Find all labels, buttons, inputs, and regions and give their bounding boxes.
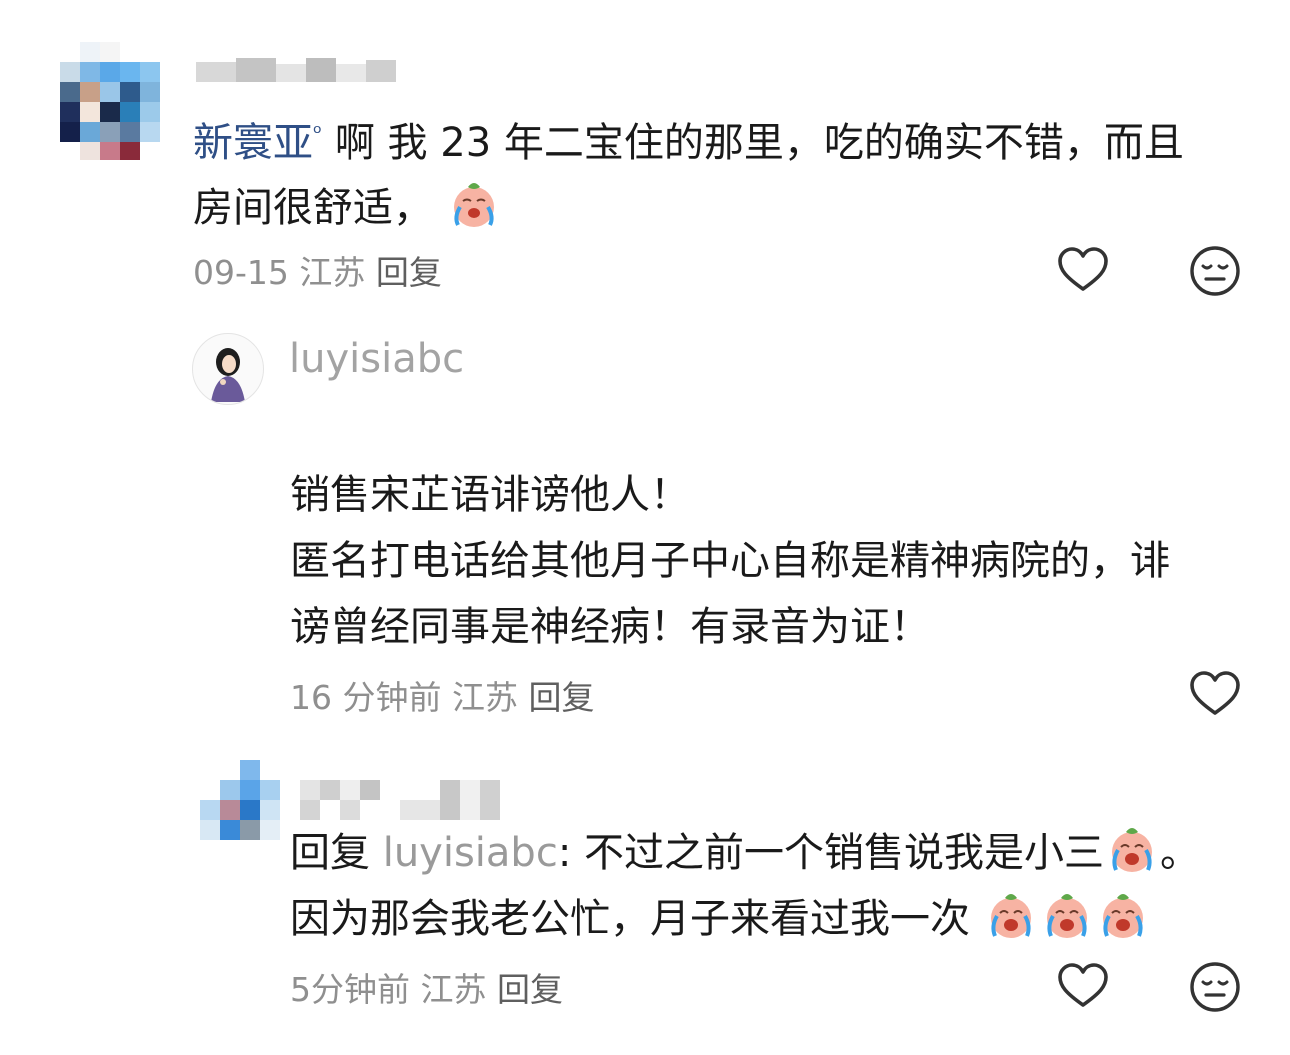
reply-text-line2: 匿名打电话给其他月子中心自称是精神病院的，诽	[290, 538, 1170, 584]
reply-text-line1: 销售宋芷语诽谤他人！	[290, 472, 690, 518]
crying-peach-emoji	[1104, 820, 1160, 876]
like-button[interactable]	[1056, 960, 1110, 1014]
crying-peach-emoji	[1095, 886, 1151, 942]
reply-location: 江苏	[451, 678, 518, 717]
reply-time: 5分钟前	[290, 970, 410, 1009]
comment-text-line1: 啊 我 23 年二宝住的那里，吃的确实不错，而且	[334, 120, 1184, 166]
reply-time: 16 分钟前	[290, 678, 442, 717]
heart-outline-icon	[1190, 671, 1240, 715]
reply-text-line2: 因为那会我老公忙，月子来看过我一次	[290, 896, 970, 942]
avatar[interactable]	[60, 42, 160, 160]
reply-meta: 16 分钟前 江苏 回复	[290, 671, 594, 719]
crying-peach-emoji	[983, 886, 1039, 942]
reply-button[interactable]: 回复	[376, 253, 442, 292]
reply-button[interactable]: 回复	[528, 678, 594, 717]
like-button[interactable]	[1188, 668, 1242, 722]
reply-text-line1-end: 。	[1160, 830, 1201, 876]
reply-prefix: 回复	[290, 830, 370, 876]
reply-meta: 5分钟前 江苏 回复	[290, 963, 563, 1011]
meh-face-icon	[1190, 962, 1240, 1012]
search-icon: ᵒ	[313, 121, 323, 146]
reply-button[interactable]: 回复	[497, 970, 563, 1009]
reply-mention[interactable]: luyisiabc	[383, 830, 558, 876]
illustrated-person-avatar	[211, 348, 245, 402]
dislike-button[interactable]	[1188, 960, 1242, 1014]
reply-text: 销售宋芷语诽谤他人！ 匿名打电话给其他月子中心自称是精神病院的，诽 谤曾经同事是…	[290, 462, 1250, 660]
avatar[interactable]	[200, 760, 280, 840]
heart-outline-icon	[1058, 247, 1108, 291]
reply-location: 江苏	[420, 970, 487, 1009]
comment-meta: 09-15 江苏 回复	[193, 246, 442, 294]
dislike-button[interactable]	[1188, 244, 1242, 298]
comment-text: 新寰亚ᵒ 啊 我 23 年二宝住的那里，吃的确实不错，而且 房间很舒适，	[193, 102, 1253, 240]
reply-text-line1: : 不过之前一个销售说我是小三	[557, 830, 1105, 876]
reply-username[interactable]: luyisiabc	[289, 336, 464, 382]
comment-date: 09-15	[193, 253, 289, 292]
author-name-blurred[interactable]	[196, 58, 400, 84]
reply-text: 回复 luyisiabc: 不过之前一个销售说我是小三 。 因为那会我老公忙，月…	[290, 820, 1270, 952]
like-button[interactable]	[1056, 244, 1110, 298]
meh-face-icon	[1190, 246, 1240, 296]
reply-text-line3: 谤曾经同事是神经病！有录音为证！	[290, 604, 930, 650]
comment-location: 江苏	[299, 253, 366, 292]
avatar[interactable]	[192, 333, 264, 405]
author-name-blurred[interactable]	[300, 780, 500, 820]
crying-peach-emoji	[1039, 886, 1095, 942]
author-mention[interactable]: 新寰亚	[193, 120, 313, 166]
heart-outline-icon	[1058, 963, 1108, 1007]
comment-text-line2: 房间很舒适，	[193, 185, 433, 231]
crying-peach-emoji	[446, 175, 502, 231]
